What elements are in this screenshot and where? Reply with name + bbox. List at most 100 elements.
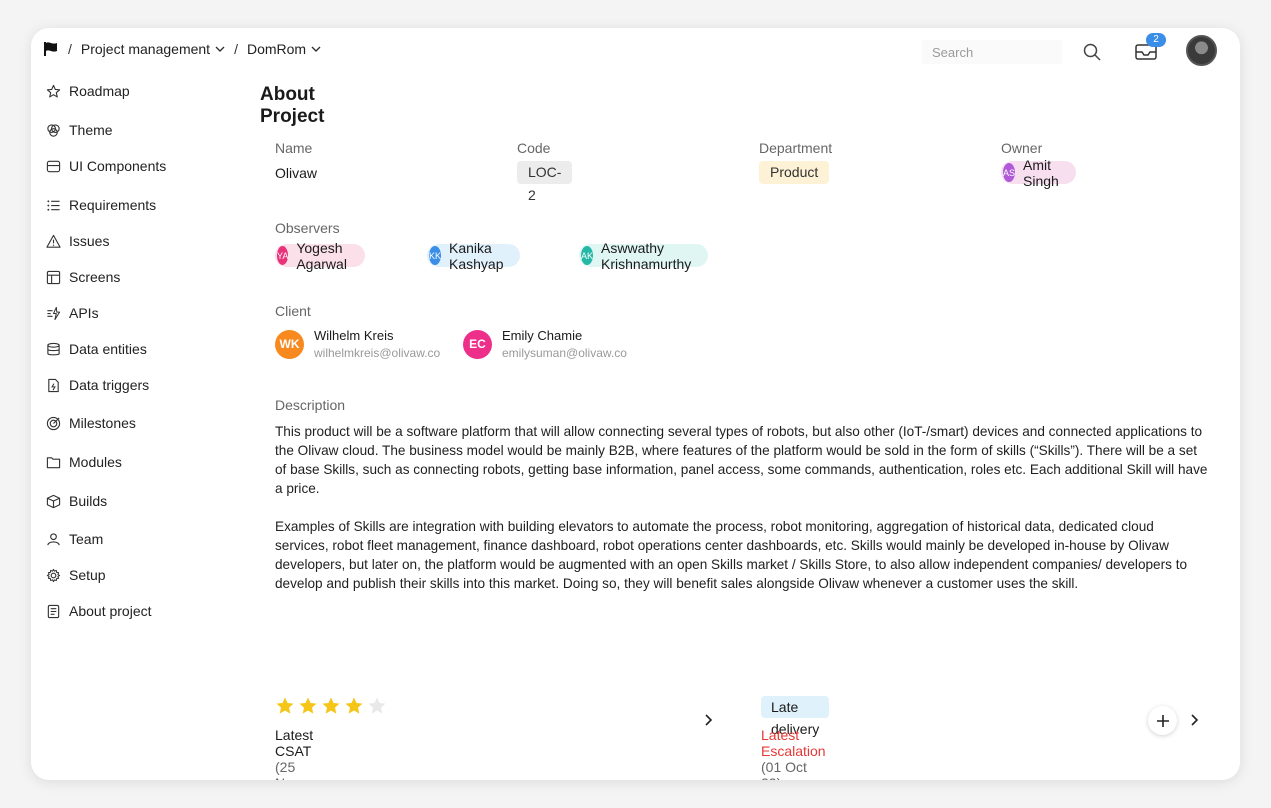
breadcrumb-separator: /	[234, 41, 238, 57]
csat-label: Latest CSAT	[275, 727, 314, 759]
database-icon	[47, 342, 60, 355]
client-avatar: WK	[275, 329, 304, 359]
client-label: Client	[275, 303, 311, 319]
sidebar-item-requirements[interactable]: Requirements	[46, 195, 156, 215]
sidebar-item-label: Requirements	[69, 197, 157, 213]
user-icon	[47, 532, 60, 545]
sidebar-item-label: Roadmap	[69, 83, 130, 99]
star-filled-icon	[322, 697, 340, 714]
star-empty-icon	[368, 697, 386, 714]
sidebar-item-apis[interactable]: APIs	[46, 303, 99, 323]
breadcrumb-module-label: DomRom	[246, 41, 307, 57]
sidebar-item-label: Issues	[69, 233, 110, 249]
sidebar-item-label: About project	[69, 603, 152, 619]
observer-chip[interactable]: YA Yogesh Agarwal	[275, 240, 365, 272]
owner-label: Owner	[1001, 140, 1043, 156]
breadcrumb-module[interactable]: DomRom	[247, 41, 322, 57]
client-card[interactable]: WK Wilhelm Kreis wilhelmkreis@olivaw.co	[275, 328, 440, 360]
sidebar-item-team[interactable]: Team	[46, 529, 103, 549]
sidebar-item-label: Data triggers	[69, 377, 150, 393]
sidebar-item-builds[interactable]: Builds	[46, 491, 107, 511]
top-bar: / Project management / DomRom 2	[31, 28, 1240, 74]
sidebar-item-issues[interactable]: Issues	[46, 231, 109, 251]
star-filled-icon	[345, 697, 363, 714]
observer-avatar: YA	[277, 246, 289, 265]
description-text: This product will be a software platform…	[275, 422, 1210, 593]
file-trigger-icon	[48, 378, 59, 392]
observer-chip[interactable]: AK Aswwathy Krishnamurthy	[579, 240, 709, 272]
name-label: Name	[275, 140, 313, 156]
client-card[interactable]: EC Emily Chamie emilysuman@olivaw.co	[463, 328, 627, 360]
observer-name: Aswwathy Krishnamurthy	[601, 239, 692, 272]
owner-name: Amit Singh	[1023, 156, 1059, 189]
box-icon	[46, 494, 61, 508]
warning-icon	[46, 234, 61, 248]
chevron-right-icon[interactable]	[700, 712, 716, 728]
department-chip: Product	[759, 161, 830, 184]
sidebar-item-theme[interactable]: Theme	[46, 120, 113, 140]
flag-icon[interactable]	[42, 40, 60, 58]
sidebar-item-label: Screens	[69, 269, 121, 285]
observer-name: Yogesh Agarwal	[296, 239, 347, 272]
palette-icon	[47, 123, 60, 137]
sidebar-item-screens[interactable]: Screens	[46, 267, 120, 287]
sidebar-item-roadmap[interactable]: Roadmap	[46, 81, 130, 101]
sidebar-item-label: Modules	[69, 454, 122, 470]
inbox-button[interactable]: 2	[1134, 33, 1166, 62]
sidebar-item-label: Theme	[69, 122, 113, 138]
sidebar-item-about-project[interactable]: About project	[46, 601, 152, 621]
sidebar-item-label: Milestones	[69, 415, 136, 431]
app-window: / Project management / DomRom 2 Roadmap	[31, 28, 1240, 780]
star-filled-icon	[276, 697, 294, 714]
department-label: Department	[759, 140, 833, 156]
description-paragraph: This product will be a software platform…	[275, 424, 1208, 496]
breadcrumb-project-label: Project management	[80, 41, 211, 57]
csat-date: (25 Nov 23)	[275, 759, 300, 780]
list-icon	[47, 199, 60, 211]
breadcrumb-separator: /	[68, 41, 72, 57]
notification-badge: 2	[1146, 33, 1166, 47]
observers-label: Observers	[275, 220, 340, 236]
escalation-caption: Latest Escalation (01 Oct 23)	[761, 727, 826, 780]
observer-name: Kanika Kashyap	[449, 239, 504, 272]
escalation-label: Latest Escalation	[761, 727, 826, 759]
code-chip: LOC-2	[517, 161, 573, 203]
layout-icon	[46, 270, 61, 284]
plus-icon	[1156, 714, 1169, 727]
star-filled-icon	[299, 697, 317, 714]
sidebar-item-setup[interactable]: Setup	[46, 565, 106, 585]
component-icon	[46, 160, 61, 172]
search-box	[922, 40, 1102, 64]
client-avatar: EC	[463, 329, 492, 359]
star-icon	[46, 84, 61, 97]
add-escalation-button[interactable]	[1148, 706, 1177, 735]
sidebar-item-label: Data entities	[69, 341, 147, 357]
sidebar-item-data-entities[interactable]: Data entities	[46, 339, 147, 359]
sidebar-item-label: Team	[69, 531, 104, 547]
sidebar-item-data-triggers[interactable]: Data triggers	[46, 375, 149, 395]
chevron-right-icon[interactable]	[1186, 712, 1202, 728]
client-name: Wilhelm Kreis	[314, 328, 394, 343]
breadcrumb-project[interactable]: Project management	[81, 41, 226, 57]
description-paragraph: Examples of Skills are integration with …	[275, 519, 1188, 591]
observer-chip[interactable]: KK Kanika Kashyap	[427, 240, 521, 272]
chevron-down-icon	[311, 46, 321, 52]
client-email: emilysuman@olivaw.co	[502, 346, 627, 360]
escalation-tag: Late delivery	[761, 696, 830, 737]
user-avatar[interactable]	[1186, 35, 1217, 66]
csat-rating	[275, 696, 387, 716]
sidebar-item-milestones[interactable]: Milestones	[46, 413, 136, 433]
sidebar-item-ui-components[interactable]: UI Components	[46, 156, 166, 176]
search-icon[interactable]	[1082, 42, 1102, 62]
chevron-down-icon	[215, 46, 225, 52]
api-icon	[47, 306, 61, 320]
sidebar-item-label: Setup	[69, 567, 106, 583]
sidebar-item-modules[interactable]: Modules	[46, 452, 122, 472]
escalation-date: (01 Oct 23)	[761, 759, 807, 780]
client-name: Emily Chamie	[502, 328, 583, 343]
owner-chip[interactable]: AS Amit Singh	[1001, 157, 1076, 189]
name-value: Olivaw	[275, 165, 318, 181]
search-input[interactable]	[922, 40, 1062, 64]
target-icon	[46, 416, 61, 430]
page-title: About Project	[260, 84, 325, 127]
